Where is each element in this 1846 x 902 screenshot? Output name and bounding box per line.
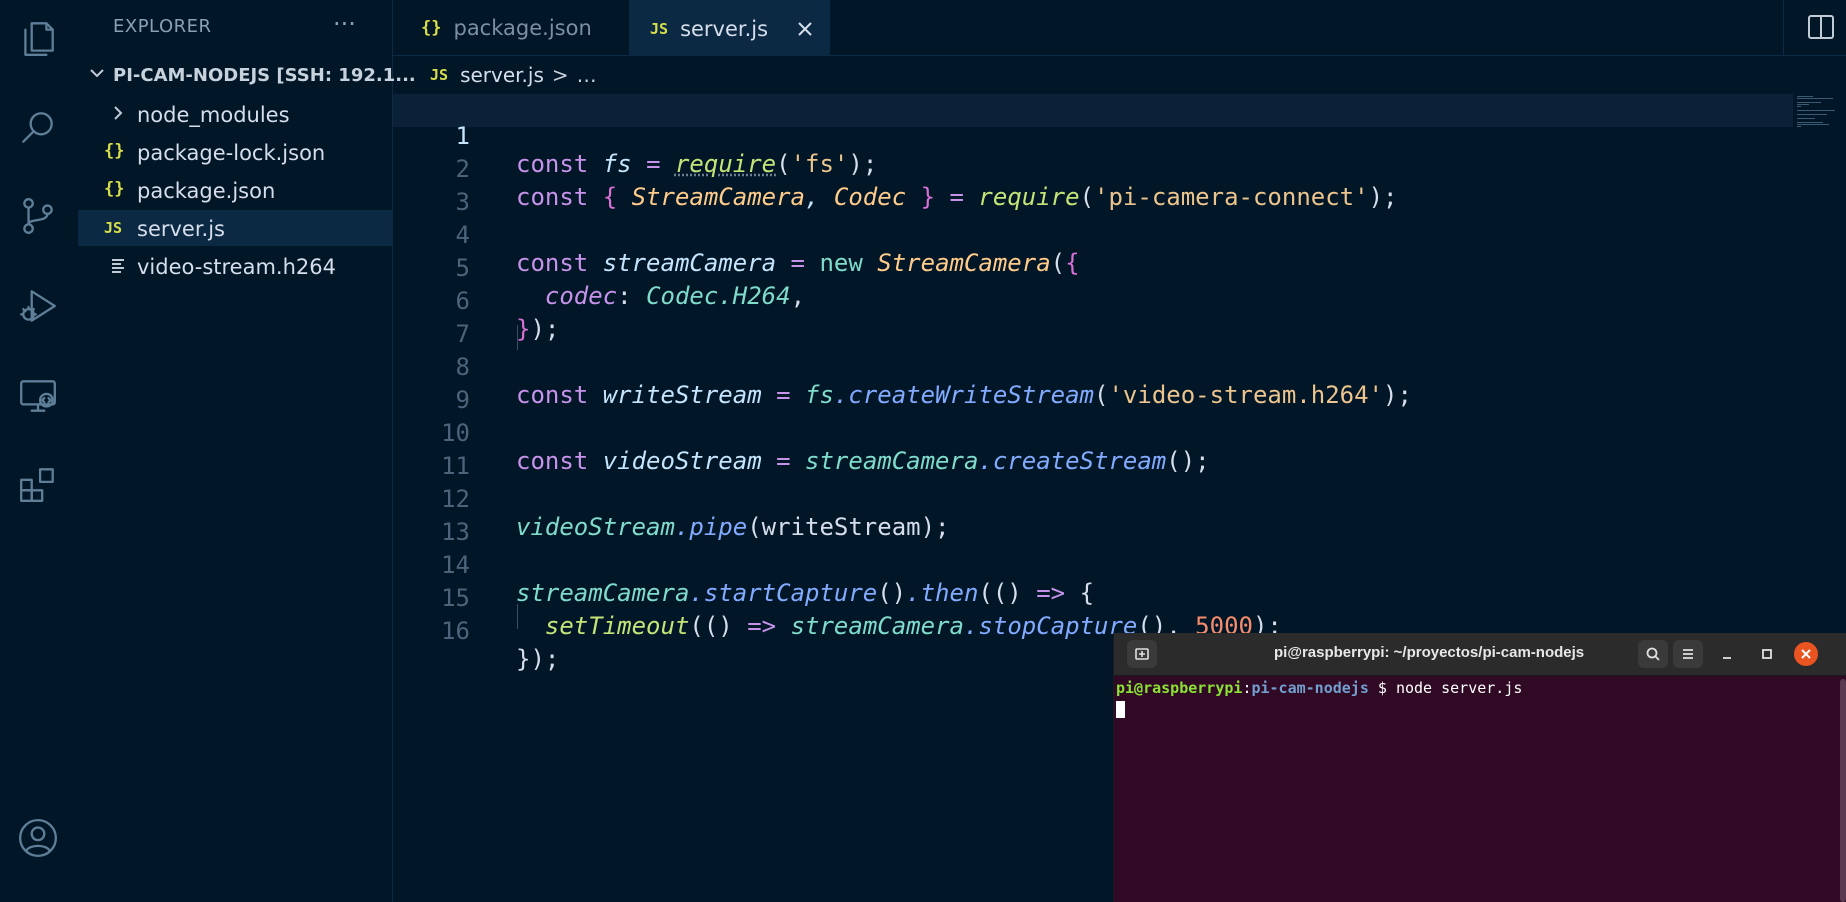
breadcrumb-file[interactable]: server.js [460, 63, 544, 87]
js-file-icon: JS [650, 19, 669, 38]
code-editor[interactable]: 1 const fs = require('fs'); 2 const { St… [393, 94, 1846, 673]
line-number: 16 [441, 617, 470, 645]
code-line: 3 [393, 160, 1793, 216]
terminal-output[interactable]: pi@raspberrypi:pi-cam-nodejs $ node serv… [1116, 679, 1522, 722]
activity-bar [0, 0, 78, 902]
minimap-line [1797, 114, 1827, 115]
tree-item-package-json[interactable]: {} package.json [78, 172, 392, 208]
chevron-right-icon [110, 105, 126, 126]
text-file-icon [110, 257, 126, 278]
json-file-icon: {} [421, 17, 442, 38]
explorer-icon[interactable] [14, 14, 62, 62]
tab-package-json[interactable]: {} package.json [421, 0, 601, 55]
account-icon[interactable] [14, 814, 62, 862]
prompt-path: pi-cam-nodejs [1251, 679, 1369, 697]
tab-server-js[interactable]: JS server.js [630, 0, 830, 56]
breadcrumb: JS server.js > … [430, 62, 597, 88]
code-line: 16 }); [393, 589, 1793, 673]
minimap-line [1797, 126, 1801, 127]
code-line: 9 [393, 358, 1793, 414]
close-icon[interactable] [1794, 642, 1818, 666]
breadcrumb-separator: > [551, 63, 569, 87]
terminal-titlebar: pi@raspberrypi: ~/proyectos/pi-cam-nodej… [1114, 633, 1846, 676]
terminal-window[interactable]: pi@raspberrypi: ~/proyectos/pi-cam-nodej… [1113, 633, 1846, 902]
minimize-icon[interactable] [1712, 640, 1742, 668]
terminal-command: node server.js [1395, 679, 1523, 697]
split-editor-icon[interactable] [1806, 12, 1838, 44]
tree-item-label: package-lock.json [137, 141, 326, 165]
close-icon[interactable] [796, 20, 814, 38]
run-debug-icon[interactable] [14, 282, 62, 330]
search-icon[interactable] [14, 104, 62, 152]
minimap-line [1797, 106, 1801, 107]
js-file-icon: JS [430, 66, 449, 84]
tree-item-server-js[interactable]: JS server.js [78, 210, 392, 246]
remote-explorer-icon[interactable] [14, 372, 62, 420]
code-line: 2 const { StreamCamera, Codec } = requir… [393, 127, 1793, 211]
tree-item-package-lock-json[interactable]: {} package-lock.json [78, 134, 392, 170]
code-line: 10 const videoStream = streamCamera.crea… [393, 391, 1793, 475]
json-file-icon: {} [104, 141, 125, 161]
code-line: 4 const streamCamera = new StreamCamera(… [393, 193, 1793, 277]
tab-label: server.js [680, 16, 769, 41]
tree-item-video-stream[interactable]: video-stream.h264 [78, 248, 392, 284]
terminal-cursor [1116, 701, 1125, 718]
minimap-line [1797, 96, 1813, 97]
code-line: 13 [393, 490, 1793, 546]
editor-tab-bar: {} package.json JS server.js [393, 0, 1846, 56]
divider [1783, 0, 1784, 55]
tree-item-label: video-stream.h264 [137, 255, 336, 279]
prompt-symbol: $ [1368, 679, 1396, 697]
more-actions-icon[interactable]: ··· [333, 10, 356, 38]
code-line: 1 const fs = require('fs'); [393, 94, 1793, 178]
minimap-line [1797, 110, 1835, 111]
code-line: 6 }); [393, 259, 1793, 343]
hamburger-menu-icon[interactable] [1673, 640, 1703, 668]
terminal-prompt-line: pi@raspberrypi:pi-cam-nodejs $ node serv… [1116, 679, 1522, 697]
code-line: 14 streamCamera.startCapture().then(() =… [393, 523, 1793, 607]
minimap-line [1797, 122, 1823, 123]
terminal-scrollbar[interactable] [1840, 679, 1846, 902]
js-file-icon: JS [104, 219, 123, 237]
chevron-down-icon [88, 64, 106, 82]
source-control-icon[interactable] [14, 192, 62, 240]
minimap-line [1797, 118, 1815, 119]
minimap-line [1797, 102, 1821, 103]
maximize-icon[interactable] [1752, 640, 1782, 668]
prompt-user: pi@raspberrypi [1116, 679, 1243, 697]
workspace-root-label: PI-CAM-NODEJS [SSH: 192.1... [113, 65, 416, 86]
tab-label: package.json [453, 15, 592, 40]
tree-item-label: node_modules [137, 103, 290, 127]
code-line: 15 setTimeout(() => streamCamera.stopCap… [393, 556, 1793, 640]
minimap-line [1797, 98, 1833, 99]
extensions-icon[interactable] [14, 460, 62, 508]
minimap-line [1797, 124, 1829, 125]
search-icon[interactable] [1638, 640, 1668, 668]
terminal-title: pi@raspberrypi: ~/proyectos/pi-cam-nodej… [1274, 644, 1585, 661]
tree-item-label: package.json [137, 179, 276, 203]
code-line: 7 [393, 292, 1793, 348]
new-tab-icon[interactable] [1127, 640, 1157, 668]
sidebar-title: EXPLORER [113, 16, 212, 37]
code-line: 11 [393, 424, 1793, 480]
minimap-line [1797, 104, 1809, 105]
code-line: 8 const writeStream = fs.createWriteStre… [393, 325, 1793, 409]
code-line: 5 codec: Codec.H264, [393, 226, 1793, 310]
workspace-root[interactable]: PI-CAM-NODEJS [SSH: 192.1... [78, 60, 416, 92]
tree-item-label: server.js [137, 217, 225, 241]
breadcrumb-more[interactable]: … [577, 63, 597, 87]
minimap[interactable] [1797, 94, 1845, 134]
tree-item-node-modules[interactable]: node_modules [78, 96, 392, 132]
code-line: 12 videoStream.pipe(writeStream); [393, 457, 1793, 541]
json-file-icon: {} [104, 179, 125, 199]
explorer-sidebar: EXPLORER ··· PI-CAM-NODEJS [SSH: 192.1..… [78, 0, 416, 902]
code-content: }); [516, 645, 560, 673]
